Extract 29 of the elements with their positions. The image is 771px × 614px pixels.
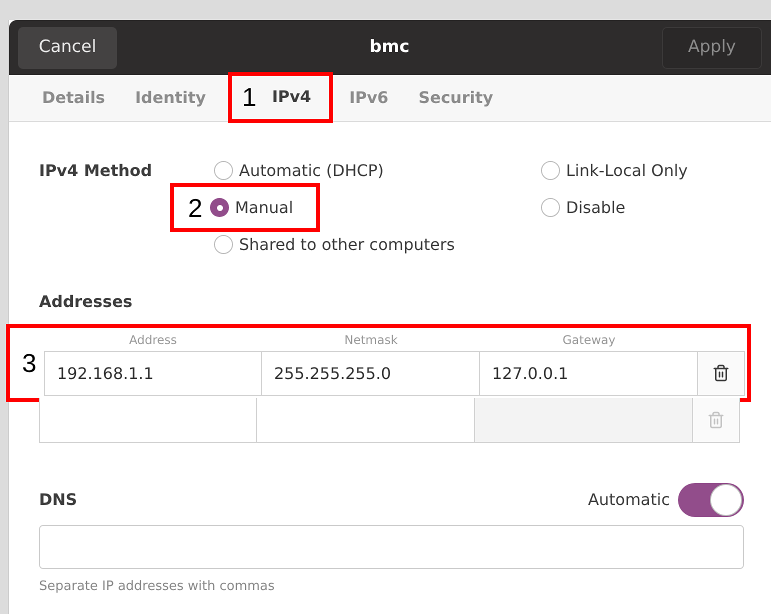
toggle-label: Automatic (588, 489, 670, 511)
dns-input[interactable] (39, 525, 744, 569)
automatic-toggle[interactable] (678, 483, 744, 517)
radio-option[interactable]: Manual (210, 189, 294, 226)
radio-option[interactable]: Link-Local Only (541, 152, 688, 189)
callout-number: 1 (242, 84, 258, 110)
trash-icon (712, 364, 730, 382)
address-input[interactable]: 192.168.1.1 (44, 350, 262, 396)
address-input[interactable]: 255.255.255.0 (262, 350, 480, 396)
radio-option[interactable]: Automatic (DHCP) (214, 152, 541, 189)
address-input[interactable]: 127.0.0.1 (480, 350, 698, 396)
radio-option[interactable]: Shared to other computers (214, 226, 541, 263)
address-input[interactable] (39, 398, 257, 443)
section-title: Addresses (39, 291, 134, 313)
tab[interactable]: IPv4 (264, 85, 320, 109)
cancel-button[interactable]: Cancel (18, 26, 117, 68)
column-header: Gateway (561, 332, 616, 348)
trash-icon (707, 411, 725, 429)
window-title: bmc (370, 36, 410, 59)
section-title: DNS (39, 489, 78, 511)
hint-text: Separate IP addresses with commas (39, 578, 276, 596)
column-header: Netmask (343, 332, 399, 348)
callout-number: 2 (188, 194, 204, 220)
callout-number: 3 (22, 350, 38, 376)
delete-button[interactable] (698, 350, 745, 396)
radio-option[interactable]: Disable (541, 189, 688, 226)
method-label: IPv4 Method (39, 160, 154, 182)
column-header: Address (128, 332, 178, 348)
address-input[interactable] (257, 398, 475, 443)
